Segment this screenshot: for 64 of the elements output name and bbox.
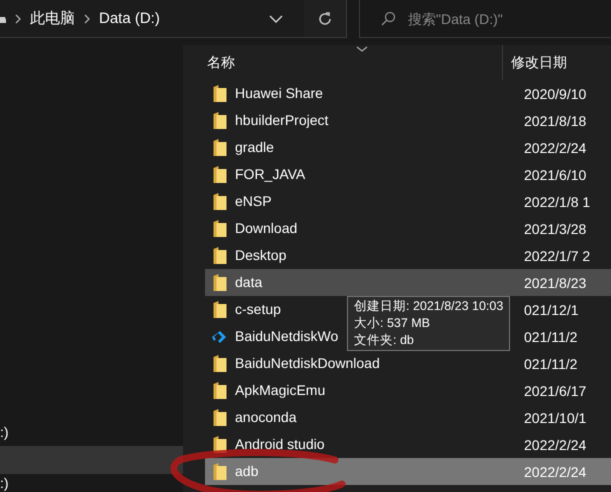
nav-item[interactable]: :) — [0, 474, 183, 492]
folder-icon — [212, 274, 228, 291]
folder-icon — [212, 166, 228, 183]
tooltip-line: 创建日期: 2021/8/23 10:03 — [354, 298, 504, 315]
folder-icon — [212, 355, 228, 372]
modified-date: 2020/9/10 — [523, 86, 586, 102]
tooltip-line: 大小: 537 MB — [354, 315, 432, 332]
folder-icon — [212, 436, 228, 453]
folder-icon — [212, 139, 228, 156]
file-name: eNSP — [235, 192, 272, 208]
breadcrumb[interactable]: 此电脑 — [30, 9, 75, 28]
modified-date: 2021/8/23 — [523, 274, 586, 290]
file-name: hbuilderProject — [235, 112, 328, 128]
folder-icon — [212, 463, 228, 480]
breadcrumb[interactable]: Data (D:) — [99, 10, 160, 27]
modified-date: 021/11/2 — [523, 328, 578, 344]
folder-icon — [212, 247, 228, 264]
file-name: Download — [235, 220, 298, 236]
file-name: anoconda — [235, 408, 297, 424]
modified-date: 2022/2/24 — [523, 464, 586, 480]
search-icon — [380, 10, 396, 26]
address-bar[interactable]: 此电脑 Data (D:) — [0, 0, 347, 38]
file-name: FOR_JAVA — [235, 166, 306, 182]
folder-icon — [212, 85, 228, 102]
modified-date: 2021/6/17 — [523, 382, 586, 398]
modified-date: 2021/3/28 — [523, 220, 586, 236]
modified-date: 2021/8/18 — [523, 112, 586, 128]
folder-icon — [212, 220, 228, 237]
file-row[interactable]: adb 2022/2/24 — [205, 458, 611, 485]
file-name: Huawei Share — [235, 84, 323, 100]
chevron-icon — [84, 14, 90, 24]
modified-date: 2022/2/24 — [523, 436, 586, 452]
file-name: ApkMagicEmu — [235, 382, 326, 398]
file-row[interactable]: data 2021/8/23 — [205, 269, 611, 296]
folder-icon — [212, 301, 228, 318]
file-name: Desktop — [235, 246, 286, 262]
search-field[interactable]: 搜索"Data (D:)" — [406, 10, 590, 28]
file-name: c-setup — [235, 300, 281, 316]
file-name: adb — [235, 462, 258, 478]
folder-icon — [212, 193, 228, 210]
sort-icon — [356, 46, 368, 52]
modified-date: 021/12/1 — [523, 302, 578, 318]
folder-icon — [212, 409, 228, 426]
column-header[interactable]: 名称 — [183, 45, 503, 80]
refresh-icon[interactable] — [317, 10, 333, 26]
modified-date: 2022/1/7 2 — [523, 248, 590, 264]
diamond-icon — [212, 328, 228, 344]
folder-icon — [212, 112, 228, 129]
modified-date: 2022/2/24 — [523, 140, 586, 156]
file-name: gradle — [235, 138, 274, 154]
folder-icon — [212, 382, 228, 399]
modified-date: 2021/6/10 — [523, 166, 586, 182]
modified-date: 021/11/2 — [523, 356, 578, 372]
modified-date: 2021/10/1 — [523, 410, 586, 426]
file-name: data — [235, 274, 262, 290]
chevron-icon — [15, 14, 21, 24]
dropdown-icon[interactable] — [269, 14, 283, 22]
file-name: BaiduNetdiskWo — [235, 328, 338, 344]
modified-date: 2022/1/8 1 — [523, 194, 590, 210]
file-name: BaiduNetdiskDownload — [235, 354, 380, 370]
file-name: Android studio — [235, 436, 325, 452]
tooltip-line: 文件夹: db — [354, 332, 415, 349]
column-header[interactable]: 修改日期 — [503, 54, 567, 72]
nav-item[interactable]: :) — [0, 418, 183, 446]
